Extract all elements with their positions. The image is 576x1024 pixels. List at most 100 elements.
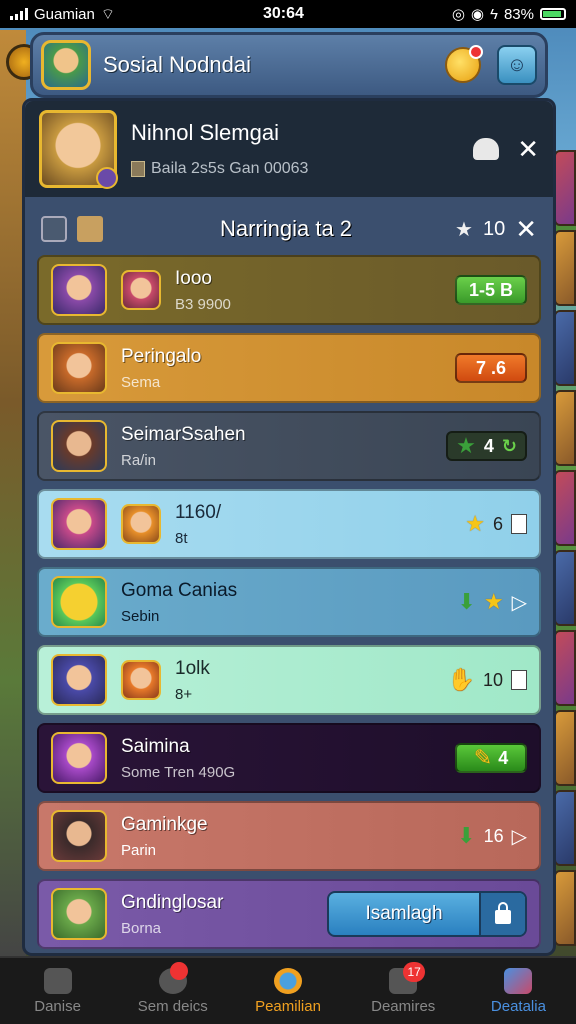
item-subtitle: B3 9900 — [175, 295, 231, 313]
character-portrait — [51, 264, 107, 316]
item-name: Gndinglosar — [121, 891, 224, 913]
item-name: Iooo — [175, 267, 212, 289]
item-name: Saimina — [121, 735, 190, 757]
home-icon — [43, 967, 72, 994]
carrier-label: Guamian — [34, 5, 95, 23]
clock: 30:64 — [262, 5, 304, 22]
item-name: 1olk — [175, 657, 210, 679]
star-count: 10 — [482, 217, 506, 240]
nav-label: Peamilian — [255, 997, 321, 1015]
wifi-icon: ⌔ — [100, 5, 115, 23]
green-arrow-icon: ⬇ — [457, 589, 476, 614]
smiley-portrait — [51, 576, 107, 628]
list-item[interactable]: Gndinglosar Borna Isamlagh — [37, 879, 541, 949]
item-name: Goma Canias — [121, 579, 238, 601]
item-subtitle: Borna — [121, 919, 162, 937]
friends-icon: ☺ — [506, 53, 528, 76]
profile-header: Nihnol Slemgai Baila 2s5s Gan 00063 ✕ — [25, 101, 553, 197]
gold-star-icon: ★ — [483, 589, 504, 614]
battery-percent: 83% — [503, 5, 534, 23]
close-section-button[interactable]: ✕ — [515, 216, 537, 242]
nav-main[interactable]: Peamilian — [230, 958, 345, 1024]
notification-badge: 17 — [403, 962, 425, 982]
item-value: 16 — [483, 825, 504, 846]
list-item[interactable]: 1160/ 8t ★ 6 — [37, 489, 541, 559]
gold-star-icon: ★ — [465, 511, 485, 536]
list-item[interactable]: Gaminkge Parin ⬇ 16 ▷ — [37, 801, 541, 871]
bell-icon[interactable] — [473, 138, 500, 160]
nav-label: Deamires — [371, 997, 436, 1015]
list-item[interactable]: 1olk 8+ ✋ 10 — [37, 645, 541, 715]
friend-avatar — [121, 504, 161, 544]
item-subtitle: Parin — [121, 841, 157, 859]
character-portrait — [51, 810, 107, 862]
edit-icon[interactable] — [41, 216, 67, 242]
nav-details[interactable]: Deatalia — [461, 958, 576, 1024]
nav-social[interactable]: Sem deics — [115, 958, 230, 1024]
friend-avatar — [121, 270, 161, 310]
badge-value: 4 — [483, 435, 494, 456]
close-profile-button[interactable]: ✕ — [517, 136, 539, 162]
list-item[interactable]: SeimarSsahen Ra/in ★ 4 ↻ — [37, 411, 541, 481]
battery-icon — [539, 8, 566, 20]
card-icon — [131, 161, 145, 177]
badge-value: 4 — [498, 747, 509, 768]
list-item[interactable]: Saimina Some Tren 490G ✎ 4 — [37, 723, 541, 793]
character-portrait — [51, 498, 107, 550]
details-icon — [504, 967, 533, 994]
profile-avatar[interactable] — [39, 110, 118, 189]
level-badge-icon — [96, 167, 118, 189]
list-item[interactable]: Goma Canias Sebin ⬇ ★ ▷ — [37, 567, 541, 637]
green-star-icon: ★ — [456, 433, 476, 458]
play-arrow-icon[interactable]: ▷ — [512, 590, 527, 615]
character-portrait — [51, 888, 107, 940]
nav-camera[interactable]: 17 Deamires — [346, 958, 461, 1024]
invite-button[interactable]: Isamlagh — [327, 891, 527, 937]
value-badge[interactable]: ★ 4 ↻ — [446, 431, 527, 461]
rotation-lock-icon: ◎ — [451, 6, 465, 23]
document-icon[interactable] — [511, 514, 527, 534]
box-icon[interactable] — [77, 216, 103, 242]
item-name: SeimarSsahen — [121, 423, 246, 445]
green-arrow-icon: ⬇ — [457, 823, 476, 848]
section-header: Narringia ta 2 ★ 10 ✕ — [25, 203, 553, 255]
charging-icon: ϟ — [490, 5, 498, 23]
nav-label: Sem deics — [137, 997, 208, 1015]
friends-button[interactable]: ☺ — [497, 45, 537, 85]
coin-button[interactable] — [445, 45, 483, 83]
signal-icon — [10, 8, 28, 20]
document-icon[interactable] — [511, 670, 527, 690]
player-avatar[interactable] — [41, 40, 91, 90]
top-bar: Sosial Nodndai ☺ — [30, 32, 548, 98]
list-item[interactable]: Iooo B3 9900 1-5 B — [37, 255, 541, 325]
nav-home[interactable]: Danise — [0, 958, 115, 1024]
play-arrow-icon[interactable]: ▷ — [512, 824, 527, 849]
character-portrait — [51, 420, 107, 472]
notification-dot — [469, 45, 483, 59]
alarm-icon: ◉ — [470, 6, 484, 23]
value-badge[interactable]: ✎ 4 — [455, 743, 527, 773]
value-badge[interactable]: 7 .6 — [455, 353, 527, 383]
character-portrait — [51, 654, 107, 706]
item-name: Gaminkge — [121, 813, 208, 835]
status-bar: Guamian ⌔ 30:64 ◎ ◉ ϟ 83% — [0, 0, 576, 28]
nav-label: Danise — [34, 997, 81, 1015]
gold-hand-icon: ✋ — [447, 667, 475, 692]
item-value: 10 — [482, 669, 503, 690]
profile-name: Nihnol Slemgai — [131, 120, 279, 145]
friends-list: Iooo B3 9900 1-5 B Peringalo Sema 7 .6 S… — [25, 255, 553, 949]
refresh-icon: ↻ — [501, 435, 517, 456]
item-subtitle: 8t — [175, 529, 188, 547]
character-portrait — [51, 342, 107, 394]
item-name: Peringalo — [121, 345, 202, 367]
item-subtitle: Some Tren 490G — [121, 763, 236, 781]
item-name: 1160/ — [175, 501, 222, 523]
character-portrait — [51, 732, 107, 784]
item-subtitle: Sebin — [121, 607, 160, 625]
main-icon — [274, 967, 302, 994]
section-title: Narringia ta 2 — [219, 216, 353, 241]
list-item[interactable]: Peringalo Sema 7 .6 — [37, 333, 541, 403]
background-scenery-right — [554, 150, 576, 950]
value-badge[interactable]: 1-5 B — [455, 275, 527, 305]
item-subtitle: Sema — [121, 373, 161, 391]
